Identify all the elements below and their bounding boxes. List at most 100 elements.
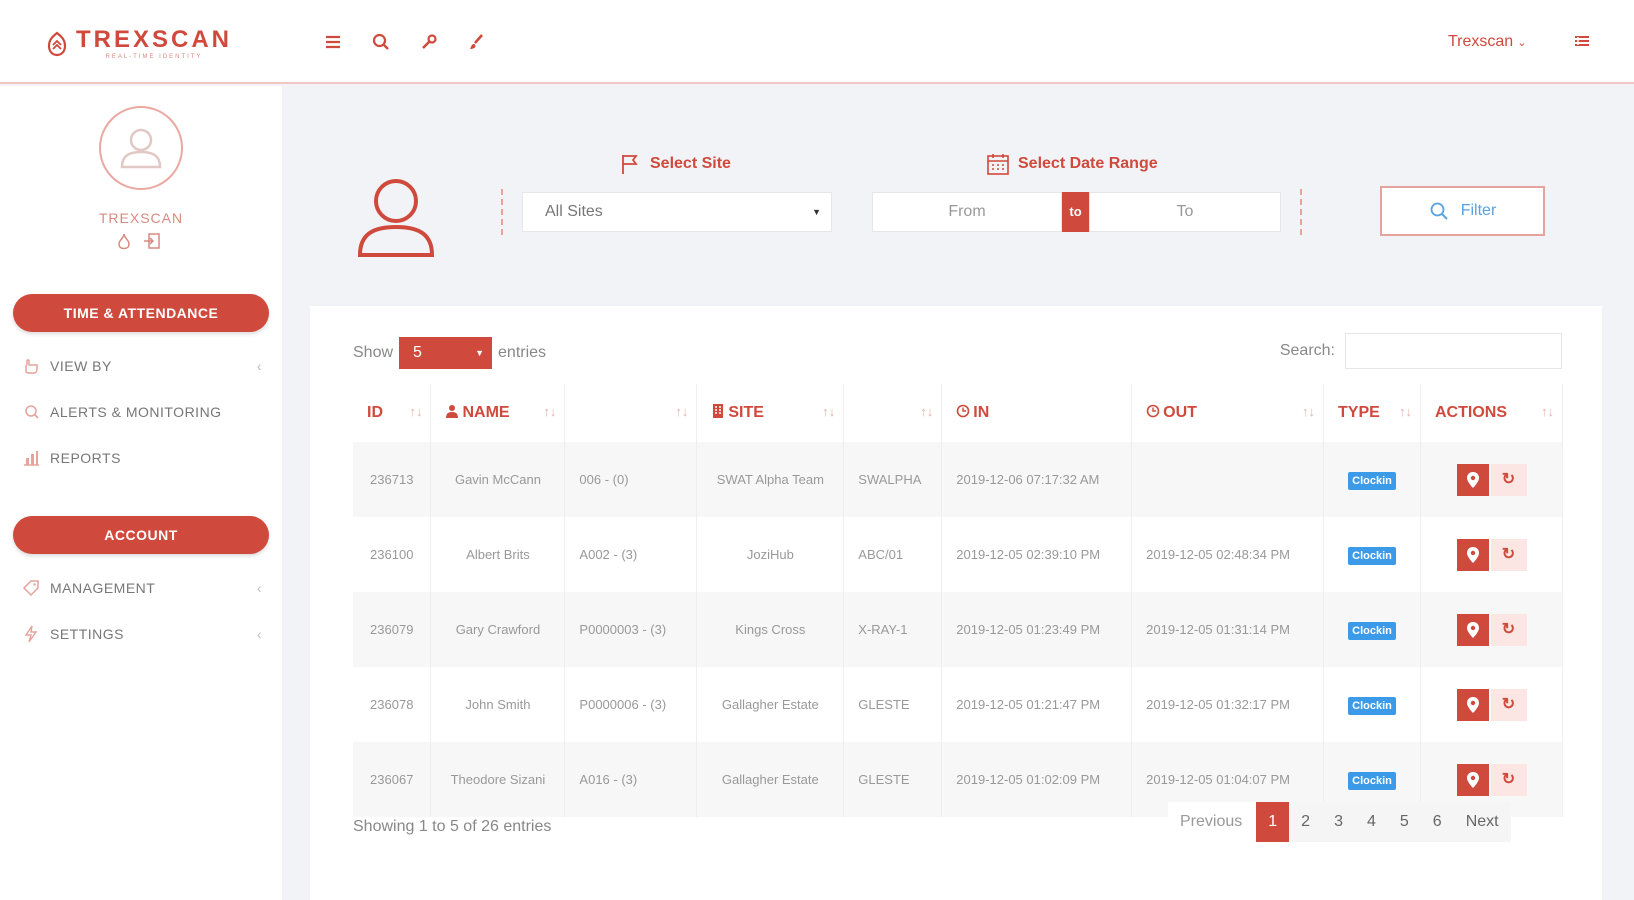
map-pin-icon: [1466, 471, 1479, 488]
sidebar-item-settings[interactable]: SETTINGS ‹: [22, 620, 262, 648]
filter-button-label: Filter: [1460, 202, 1497, 219]
wrench-icon[interactable]: [419, 32, 439, 52]
bell-icon: [22, 403, 40, 421]
filter-button[interactable]: Filter: [1380, 186, 1545, 236]
column-header-in[interactable]: IN: [941, 384, 1133, 442]
type-badge: Clockin: [1348, 546, 1396, 565]
sidebar-item-alerts-monitoring[interactable]: ALERTS & MONITORING: [22, 398, 262, 426]
sidebar-item-label: ALERTS & MONITORING: [50, 404, 222, 420]
refresh-button[interactable]: ↻: [1490, 688, 1527, 721]
column-header-actions[interactable]: ACTIONS ↑↓: [1420, 384, 1563, 442]
table-search: Search:: [1280, 333, 1562, 369]
brand-tagline: REAL-TIME IDENTITY: [105, 54, 203, 60]
select-date-range-label: Select Date Range: [986, 152, 1158, 176]
fire-icon[interactable]: [115, 232, 133, 250]
cell-site: Kings Cross: [696, 592, 845, 667]
pagination-previous[interactable]: Previous: [1168, 802, 1257, 842]
cell-out: 2019-12-05 01:31:14 PM: [1131, 592, 1325, 667]
cell-name: Gary Crawford: [430, 592, 566, 667]
column-header-site[interactable]: SITE ↑↓: [696, 384, 845, 442]
column-header-name[interactable]: NAME ↑↓: [430, 384, 566, 442]
sidebar-item-management[interactable]: MANAGEMENT ‹: [22, 574, 262, 602]
sort-icon: ↑↓: [409, 404, 423, 419]
pagination-next[interactable]: Next: [1454, 802, 1511, 842]
type-badge: Clockin: [1348, 621, 1396, 640]
caret-down-icon: ▼: [812, 207, 821, 217]
list-icon[interactable]: [1572, 32, 1592, 52]
date-from-input[interactable]: From: [872, 192, 1062, 232]
menu-icon[interactable]: [323, 32, 343, 52]
time-attendance-button[interactable]: TIME & ATTENDANCE: [13, 294, 269, 332]
sort-icon: ↑↓: [920, 404, 934, 419]
column-header-label: ID: [367, 404, 383, 421]
map-pin-icon: [1466, 771, 1479, 788]
account-button[interactable]: ACCOUNT: [13, 516, 269, 554]
avatar[interactable]: [99, 106, 183, 190]
sort-icon: ↑↓: [822, 404, 836, 419]
select-date-range-text: Select Date Range: [1018, 155, 1158, 172]
page-2[interactable]: 2: [1289, 802, 1322, 842]
user-icon: [446, 405, 459, 418]
cell-site: Gallagher Estate: [696, 667, 845, 742]
entries-length-control: Show 5 ▼ entries: [353, 337, 546, 369]
chevron-left-icon: ‹: [256, 626, 262, 642]
page-5[interactable]: 5: [1388, 802, 1421, 842]
table-row: 236713 Gavin McCann 006 - (0) SWAT Alpha…: [353, 442, 1563, 517]
brush-icon[interactable]: [467, 32, 487, 52]
entries-select[interactable]: 5 ▼: [399, 337, 493, 369]
refresh-button[interactable]: ↻: [1490, 538, 1527, 571]
column-header-type[interactable]: TYPE ↑↓: [1323, 384, 1421, 442]
cell-id: 236078: [353, 667, 432, 742]
sort-icon: ↑↓: [675, 404, 689, 419]
caret-down-icon: ▼: [475, 348, 485, 358]
page-3[interactable]: 3: [1322, 802, 1355, 842]
cell-site-code: GLESTE: [843, 667, 943, 742]
cell-in: 2019-12-05 01:23:49 PM: [941, 592, 1133, 667]
table-row: 236100 Albert Brits A002 - (3) JoziHub A…: [353, 517, 1563, 592]
sidebar-item-view-by[interactable]: VIEW BY ‹: [22, 352, 262, 380]
sidebar: TREXSCAN TIME & ATTENDANCE VIEW BY ‹ ALE…: [0, 86, 282, 900]
refresh-button[interactable]: ↻: [1490, 763, 1527, 796]
table-row: 236078 John Smith P0000006 - (3) Gallagh…: [353, 667, 1563, 742]
cell-site: SWAT Alpha Team: [696, 442, 845, 517]
chevron-left-icon: ‹: [256, 358, 262, 374]
page-6[interactable]: 6: [1421, 802, 1454, 842]
map-pin-button[interactable]: [1456, 538, 1489, 571]
search-icon[interactable]: [371, 32, 391, 52]
cell-site: Gallagher Estate: [696, 742, 845, 817]
column-header-code[interactable]: ↑↓: [564, 384, 698, 442]
user-menu[interactable]: Trexscan ⌄: [1448, 33, 1526, 51]
column-header-label: TYPE: [1338, 404, 1380, 421]
select-site-label: Select Site: [618, 152, 731, 176]
column-header-out[interactable]: OUT ↑↓: [1131, 384, 1325, 442]
column-header-site-code[interactable]: ↑↓: [843, 384, 943, 442]
cell-id: 236079: [353, 592, 432, 667]
date-to-input[interactable]: To: [1089, 192, 1281, 232]
logout-icon[interactable]: [143, 232, 161, 250]
search-input[interactable]: [1345, 333, 1562, 369]
brand-logo[interactable]: TREXSCAN REAL-TIME IDENTITY: [46, 28, 232, 60]
refresh-icon: ↻: [1501, 545, 1516, 563]
entries-select-value: 5: [413, 344, 422, 361]
map-pin-button[interactable]: [1456, 763, 1489, 796]
sidebar-username: TREXSCAN: [98, 210, 184, 226]
refresh-icon: ↻: [1501, 620, 1516, 638]
map-pin-button[interactable]: [1456, 613, 1489, 646]
map-pin-button[interactable]: [1456, 688, 1489, 721]
map-pin-button[interactable]: [1456, 463, 1489, 496]
divider: [1300, 189, 1302, 235]
refresh-button[interactable]: ↻: [1490, 463, 1527, 496]
refresh-icon: ↻: [1501, 470, 1516, 488]
cell-in: 2019-12-05 01:21:47 PM: [941, 667, 1133, 742]
divider: [501, 189, 503, 235]
user-menu-label: Trexscan: [1448, 33, 1514, 50]
page-4[interactable]: 4: [1355, 802, 1388, 842]
page-1[interactable]: 1: [1256, 802, 1290, 842]
cell-out: 2019-12-05 02:48:34 PM: [1131, 517, 1325, 592]
type-badge: Clockin: [1348, 696, 1396, 715]
sidebar-item-label: VIEW BY: [50, 358, 112, 374]
column-header-id[interactable]: ID ↑↓: [353, 384, 432, 442]
refresh-button[interactable]: ↻: [1490, 613, 1527, 646]
sidebar-item-reports[interactable]: REPORTS: [22, 444, 262, 472]
site-select[interactable]: All Sites ▼: [522, 192, 832, 232]
